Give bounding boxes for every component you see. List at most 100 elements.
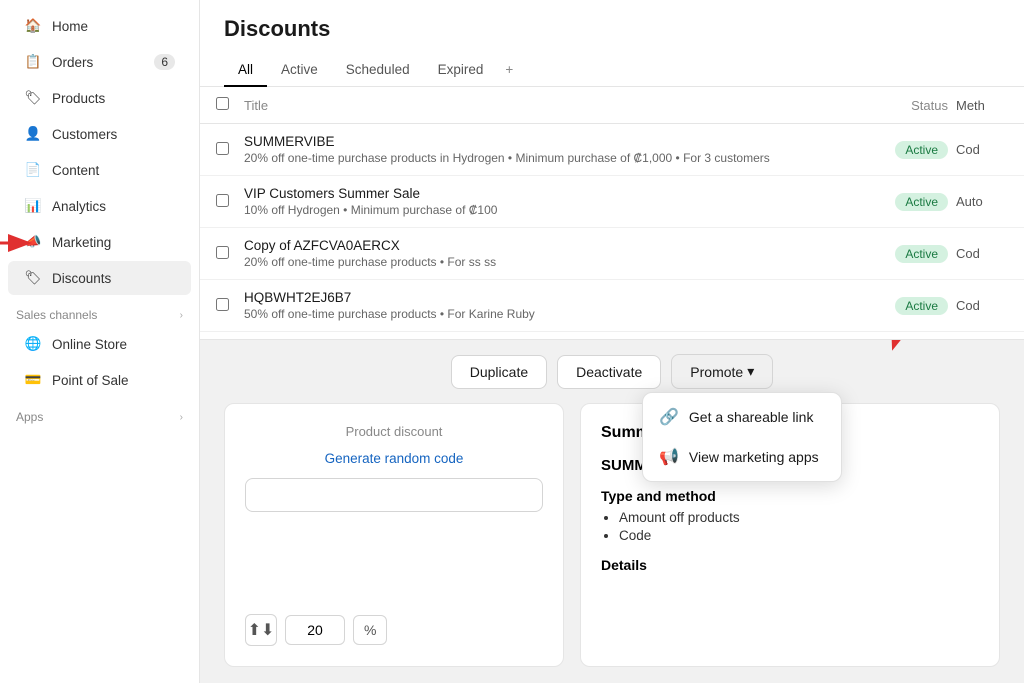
discount-info-4: HQBWHT2EJ6B7 50% off one-time purchase p… [240,290,848,321]
status-badge-1: Active [895,141,948,159]
discount-code-input[interactable] [245,478,543,512]
products-icon: 🏷 [24,89,42,107]
sidebar-label-orders: Orders [52,55,93,70]
stepper-value-input[interactable]: 20 [285,615,345,645]
arrow-promote [844,340,944,360]
link-icon: 🔗 [659,407,679,427]
stepper-pct-label: % [353,615,387,645]
sidebar-item-customers[interactable]: 👤 Customers [8,117,191,151]
discount-desc-4: 50% off one-time purchase products • For… [244,307,848,321]
point-of-sale-icon: 💳 [24,371,42,389]
dropdown-label-marketing: View marketing apps [689,449,819,465]
sales-channels-section: Sales channels › [0,296,199,326]
customers-icon: 👤 [24,125,42,143]
megaphone-icon: 📢 [659,447,679,467]
discount-name-4: HQBWHT2EJ6B7 [244,290,848,305]
select-all-checkbox[interactable] [216,97,240,113]
status-badge-4: Active [895,297,948,315]
status-1: Active [848,141,948,159]
discounts-icon: 🏷 [24,269,42,287]
status-badge-2: Active [895,193,948,211]
discount-desc-1: 20% off one-time purchase products in Hy… [244,151,848,165]
discount-info-1: SUMMERVIBE 20% off one-time purchase pro… [240,134,848,165]
discount-info-2: VIP Customers Summer Sale 10% off Hydrog… [240,186,848,217]
table-header: Title Status Meth [200,87,1024,124]
dropdown-label-shareable: Get a shareable link [689,409,814,425]
table-row[interactable]: HQBWHT2EJ6B7 50% off one-time purchase p… [200,280,1024,332]
marketing-icon: 📣 [24,233,42,251]
home-icon: 🏠 [24,17,42,35]
table-row[interactable]: Copy of AZFCVA0AERCX 20% off one-time pu… [200,228,1024,280]
sidebar-item-analytics[interactable]: 📊 Analytics [8,189,191,223]
sidebar-item-point-of-sale[interactable]: 💳 Point of Sale [8,363,191,397]
table-row[interactable]: VIP Customers Summer Sale 10% off Hydrog… [200,176,1024,228]
action-bar: Duplicate Deactivate Promote ▾ 🔗 Get a s… [200,340,1024,403]
type-item-1: Amount off products [619,510,979,525]
status-2: Active [848,193,948,211]
left-panel-title: Product discount [245,424,543,439]
top-panel: Discounts All Active Scheduled Expired + [200,0,1024,87]
online-store-icon: 🌐 [24,335,42,353]
sidebar-item-home[interactable]: 🏠 Home [8,9,191,43]
sidebar-item-online-store[interactable]: 🌐 Online Store [8,327,191,361]
col-title: Title [240,98,848,113]
discount-desc-2: 10% off Hydrogen • Minimum purchase of ₡… [244,203,848,217]
main-content: Discounts All Active Scheduled Expired +… [200,0,1024,683]
analytics-icon: 📊 [24,197,42,215]
tab-expired[interactable]: Expired [424,54,498,87]
content-icon: 📄 [24,161,42,179]
type-method-title: Type and method [601,488,979,504]
discount-name-3: Copy of AZFCVA0AERCX [244,238,848,253]
sidebar-label-analytics: Analytics [52,199,106,214]
col-method: Meth [948,98,1008,113]
promote-button[interactable]: Promote ▾ [671,354,773,389]
dropdown-marketing-apps[interactable]: 📢 View marketing apps [643,437,841,477]
row-checkbox-1[interactable] [216,142,240,158]
orders-icon: 📋 [24,53,42,71]
status-3: Active [848,245,948,263]
sidebar-label-online-store: Online Store [52,337,127,352]
sidebar-label-content: Content [52,163,99,178]
sidebar-item-discounts[interactable]: 🏷 Discounts [8,261,191,295]
sidebar-item-marketing[interactable]: 📣 Marketing [8,225,191,259]
promote-dropdown: 🔗 Get a shareable link 📢 View marketing … [642,392,842,482]
tab-all[interactable]: All [224,54,267,87]
type-item-2: Code [619,528,979,543]
discount-name-2: VIP Customers Summer Sale [244,186,848,201]
sidebar-label-pos: Point of Sale [52,373,129,388]
sidebar-item-content[interactable]: 📄 Content [8,153,191,187]
orders-badge: 6 [154,54,175,70]
dropdown-shareable-link[interactable]: 🔗 Get a shareable link [643,397,841,437]
duplicate-button[interactable]: Duplicate [451,355,547,389]
sales-channels-chevron: › [180,310,183,321]
tab-scheduled[interactable]: Scheduled [332,54,424,87]
sidebar-item-products[interactable]: 🏷 Products [8,81,191,115]
col-status: Status [848,98,948,113]
tab-active[interactable]: Active [267,54,332,87]
table-row[interactable]: A7FCVA0AERCX [200,332,1024,339]
sidebar: 🏠 Home 📋 Orders 6 🏷 Products 👤 Customers… [0,0,200,683]
row-checkbox-4[interactable] [216,298,240,314]
lower-section: Duplicate Deactivate Promote ▾ 🔗 Get a s… [200,340,1024,683]
row-checkbox-2[interactable] [216,194,240,210]
stepper-down-button[interactable]: ⬆⬇ [245,614,277,646]
method-3: Cod [948,246,1008,261]
method-2: Auto [948,194,1008,209]
stepper-row: ⬆⬇ 20 % [245,614,543,646]
apps-chevron: › [180,412,183,423]
page-title: Discounts [224,16,1000,42]
promote-label: Promote [690,364,743,380]
sidebar-label-marketing: Marketing [52,235,111,250]
table-row[interactable]: SUMMERVIBE 20% off one-time purchase pro… [200,124,1024,176]
discount-desc-3: 20% off one-time purchase products • For… [244,255,848,269]
discount-info-3: Copy of AZFCVA0AERCX 20% off one-time pu… [240,238,848,269]
left-panel: Product discount Generate random code ⬆⬇… [224,403,564,667]
generate-random-code-link[interactable]: Generate random code [245,451,543,466]
tab-add[interactable]: + [497,54,521,87]
content-panels: Product discount Generate random code ⬆⬇… [200,403,1024,683]
sidebar-label-home: Home [52,19,88,34]
method-4: Cod [948,298,1008,313]
sidebar-item-orders[interactable]: 📋 Orders 6 [8,45,191,79]
row-checkbox-3[interactable] [216,246,240,262]
deactivate-button[interactable]: Deactivate [557,355,661,389]
